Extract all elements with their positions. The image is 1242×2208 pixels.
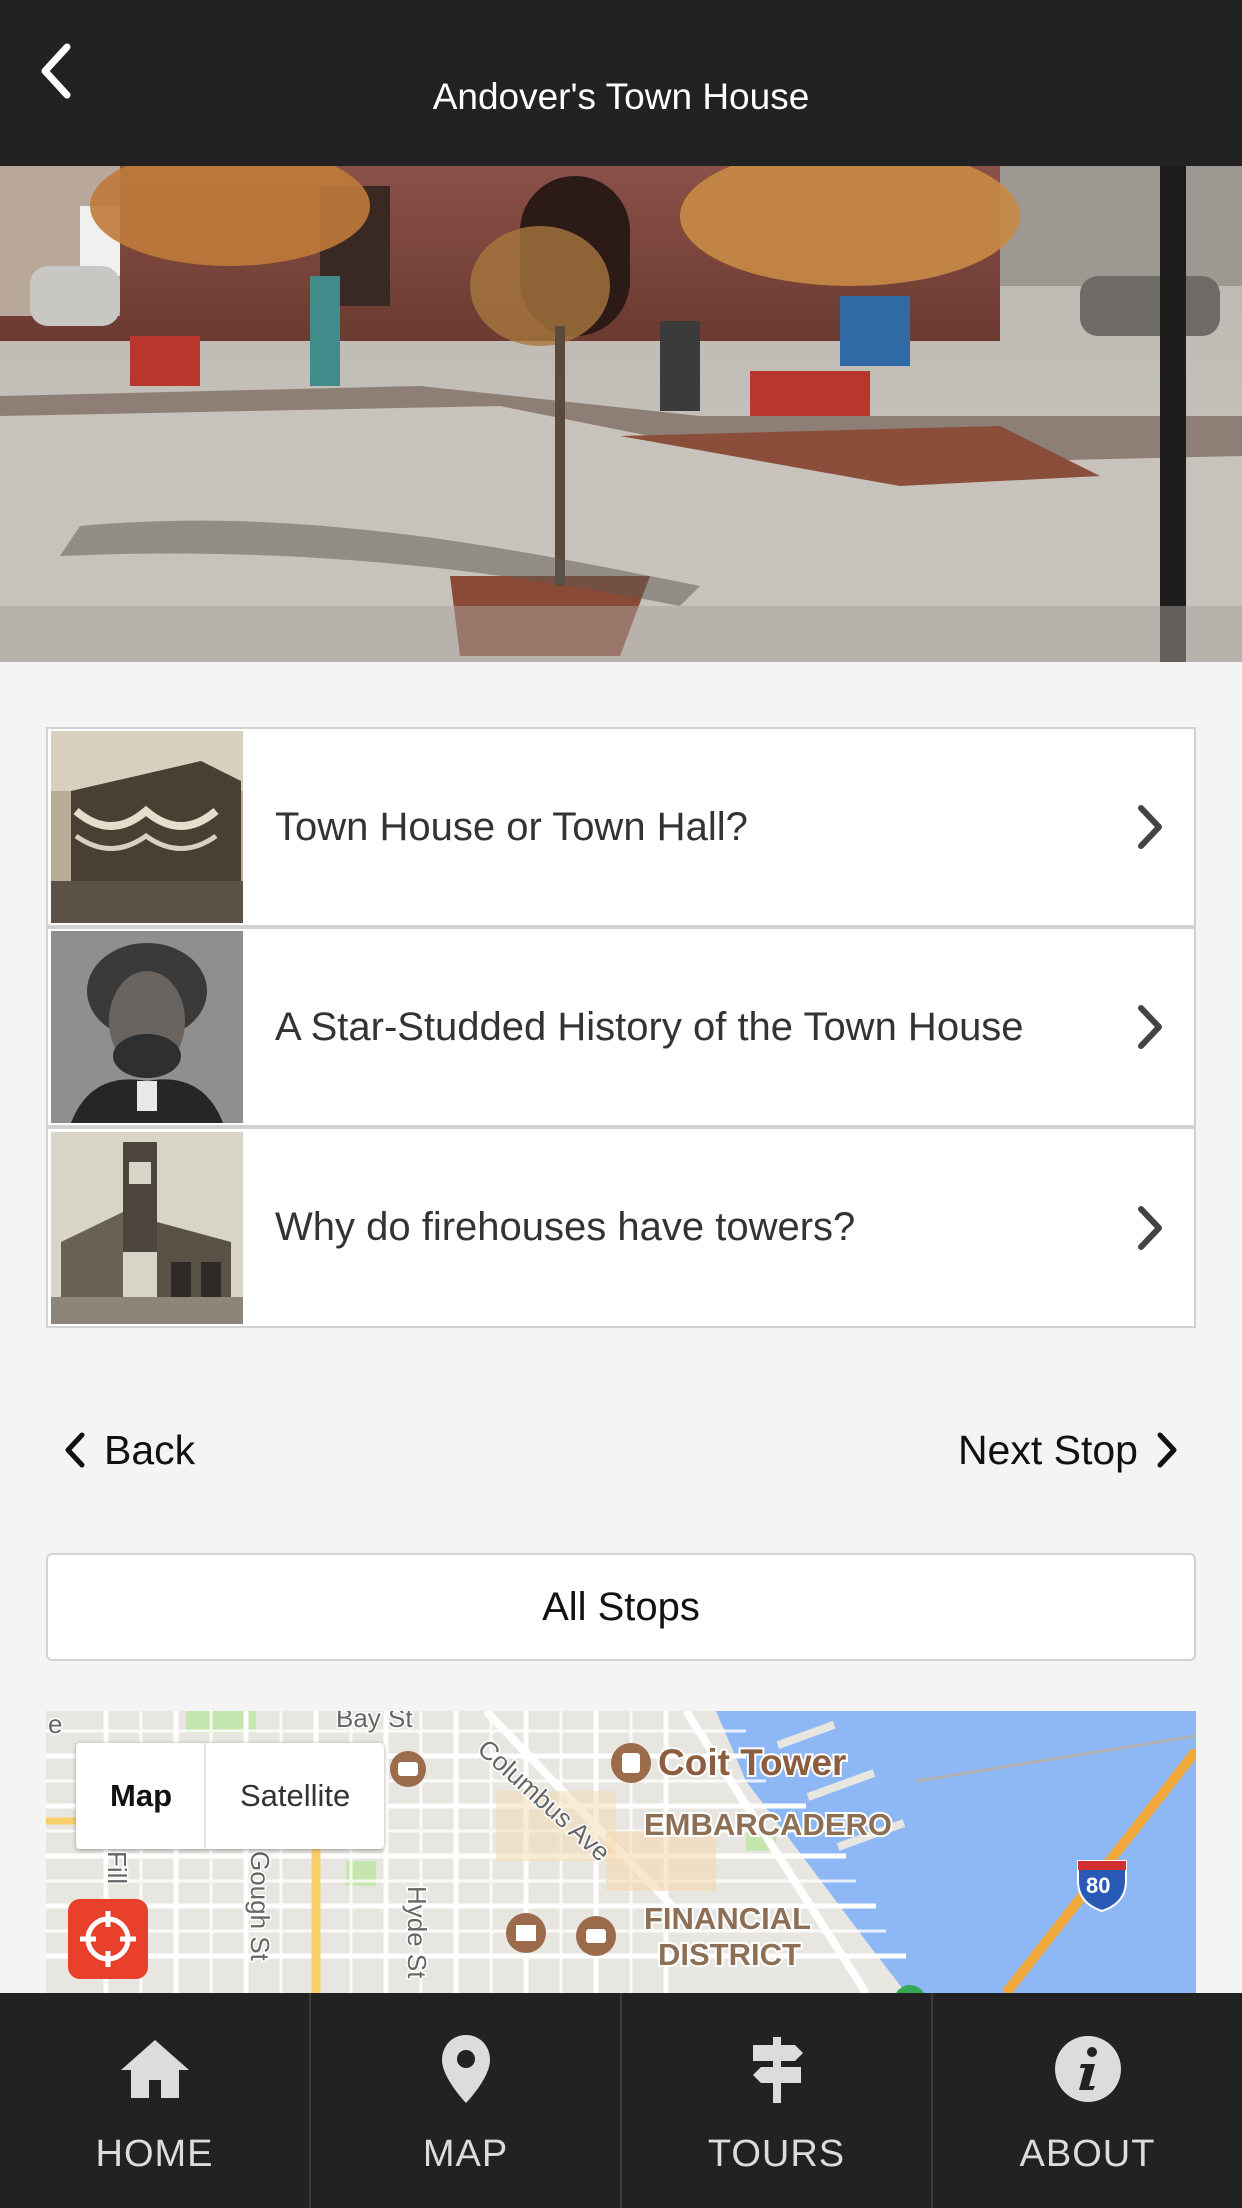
tab-label: HOME — [95, 2133, 214, 2175]
chevron-left-icon — [65, 1432, 85, 1468]
story-title: Why do firehouses have towers? — [275, 1205, 856, 1249]
chevron-right-icon — [1130, 797, 1170, 857]
story-list: Town House or Town Hall? A Star-Studded … — [46, 727, 1196, 1328]
back-label: Back — [104, 1426, 196, 1473]
story-row[interactable]: A Star-Studded History of the Town House — [48, 929, 1194, 1129]
hero-photo — [0, 166, 1242, 662]
coit-tower-poi-icon — [611, 1743, 651, 1783]
map-label-coit-tower: Coit Tower — [658, 1742, 846, 1783]
photo-poi-icon — [576, 1916, 616, 1956]
map-type-satellite-option[interactable]: Satellite — [206, 1743, 384, 1849]
tab-about[interactable]: ABOUT — [933, 1993, 1242, 2208]
tab-label: MAP — [422, 2133, 509, 2175]
crosshair-icon — [80, 1911, 136, 1967]
tab-home[interactable]: HOME — [0, 1993, 311, 2208]
museum-poi-icon — [506, 1913, 546, 1953]
tab-tours[interactable]: TOURS — [622, 1993, 933, 2208]
map-pin-icon — [441, 2035, 490, 2103]
next-stop-label: Next Stop — [957, 1426, 1138, 1473]
story-title: A Star-Studded History of the Town House — [275, 1004, 1024, 1049]
town-hall-photo-icon — [51, 731, 243, 923]
info-icon — [1054, 2036, 1121, 2102]
map-label-bay: Bay St — [336, 1711, 413, 1733]
next-stop-link[interactable]: Next Stop — [958, 1420, 1178, 1480]
map-label-embarcadero: EMBARCADERO — [644, 1807, 892, 1842]
tab-map[interactable]: MAP — [311, 1993, 622, 2208]
all-stops-button[interactable]: All Stops — [46, 1553, 1196, 1661]
home-icon — [120, 2040, 189, 2098]
story-row[interactable]: Why do firehouses have towers? — [48, 1129, 1194, 1326]
chevron-right-icon — [1130, 1198, 1170, 1258]
portrait-photo-icon — [51, 931, 243, 1123]
map-label-fillmore: Fill — [102, 1851, 132, 1884]
chevron-right-icon — [1157, 1432, 1177, 1468]
story-row[interactable]: Town House or Town Hall? — [48, 729, 1194, 929]
map-type-toggle: Map Satellite — [76, 1743, 385, 1849]
map-label-financial: FINANCIAL — [644, 1901, 811, 1936]
app-header: Andover's Town House — [0, 0, 1242, 166]
firehouse-photo-icon — [51, 1131, 243, 1324]
photo-poi-icon — [390, 1751, 426, 1787]
map-type-map-option[interactable]: Map — [76, 1743, 206, 1849]
locate-me-button[interactable] — [68, 1899, 148, 1979]
bottom-tab-bar: HOME MAP TOURS ABOUT — [0, 1993, 1242, 2208]
tab-label: ABOUT — [1019, 2133, 1156, 2175]
map-view[interactable]: Coit Tower EMBARCADERO FINANCIAL DISTRIC… — [46, 1711, 1196, 1993]
map-label-gough: Gough St — [245, 1851, 275, 1962]
back-link[interactable]: Back — [64, 1420, 195, 1480]
map-label-edge: e — [48, 1711, 62, 1739]
map-label-hyde: Hyde St — [402, 1886, 432, 1979]
story-title: Town House or Town Hall? — [275, 804, 748, 849]
signpost-icon — [752, 2037, 803, 2103]
map-label-interstate: 80 — [1086, 1873, 1110, 1898]
page-title: Andover's Town House — [432, 76, 810, 117]
tab-label: TOURS — [707, 2133, 846, 2175]
chevron-right-icon — [1130, 997, 1170, 1057]
map-label-district: DISTRICT — [658, 1937, 801, 1972]
